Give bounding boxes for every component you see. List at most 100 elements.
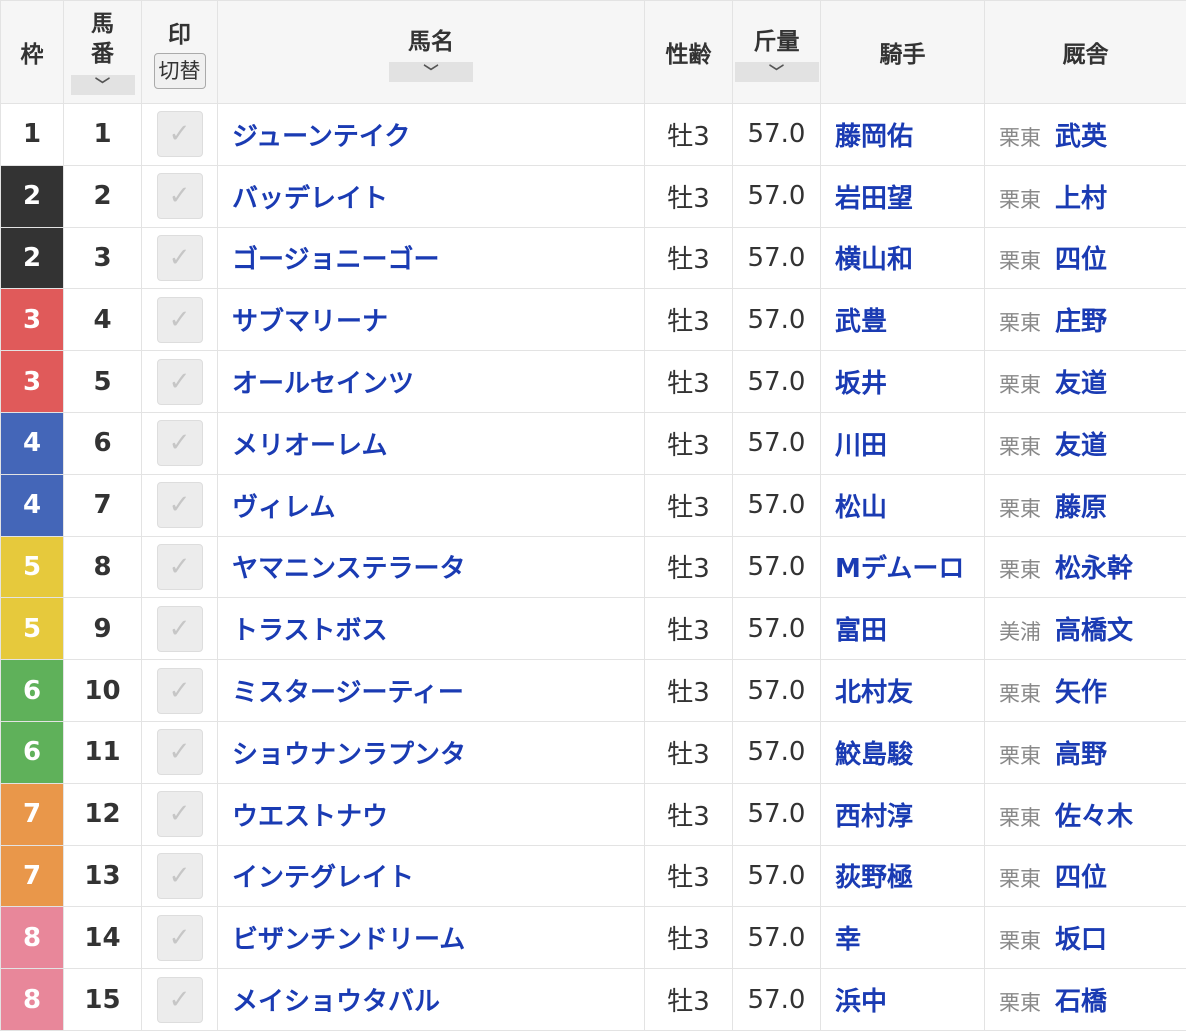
horse-name-link[interactable]: ミスタージーティー xyxy=(217,659,645,722)
frame-number: 6 xyxy=(0,659,64,722)
stable-region: 栗東 xyxy=(999,249,1041,274)
mark-checkbox-icon[interactable]: ✓ xyxy=(156,482,203,529)
mark-checkbox-icon[interactable]: ✓ xyxy=(156,296,203,343)
jockey-link[interactable]: 北村友 xyxy=(820,659,985,722)
jockey-link[interactable]: 武豊 xyxy=(820,288,985,352)
stable-cell: 栗東 庄野 xyxy=(984,288,1186,352)
stable-region: 栗東 xyxy=(999,434,1041,459)
mark-checkbox-icon[interactable]: ✓ xyxy=(156,729,203,776)
jockey-link[interactable]: 鮫島駿 xyxy=(820,720,985,784)
horse-name-link[interactable]: オールセインツ xyxy=(217,350,645,413)
sex-age: 牡3 xyxy=(644,103,733,166)
horse-name-link[interactable]: トラストボス xyxy=(217,597,645,661)
horse-name-link[interactable]: バッデレイト xyxy=(217,164,645,228)
mark-checkbox-icon[interactable]: ✓ xyxy=(156,605,203,652)
carried-weight: 57.0 xyxy=(732,906,821,970)
carried-weight: 57.0 xyxy=(732,597,821,661)
trainer-link[interactable]: 四位 xyxy=(1055,863,1107,893)
trainer-link[interactable]: 矢作 xyxy=(1055,678,1107,708)
table-row: 5 9 ✓ トラストボス 牡3 57.0 富田 美浦 高橋文 xyxy=(0,597,1186,661)
mark-switch-button[interactable]: 切替 xyxy=(153,53,206,89)
horse-name-link[interactable]: ゴージョニーゴー xyxy=(217,226,645,290)
horse-name-link[interactable]: ヤマニンステラータ xyxy=(217,535,645,599)
mark-checkbox-icon[interactable]: ✓ xyxy=(156,234,203,281)
mark-checkbox-icon[interactable]: ✓ xyxy=(156,791,203,838)
jockey-link[interactable]: 岩田望 xyxy=(820,164,985,228)
jockey-link[interactable]: 松山 xyxy=(820,473,985,537)
mark-cell: ✓ xyxy=(141,659,218,722)
trainer-link[interactable]: 佐々木 xyxy=(1055,802,1133,832)
horse-name-link[interactable]: ジューンテイク xyxy=(217,103,645,166)
stable-cell: 栗東 佐々木 xyxy=(984,782,1186,846)
horse-name-link[interactable]: ヴィレム xyxy=(217,473,645,537)
jockey-link[interactable]: Mデムーロ xyxy=(820,535,985,599)
stable-cell: 栗東 友道 xyxy=(984,411,1186,475)
trainer-link[interactable]: 庄野 xyxy=(1055,307,1107,337)
trainer-link[interactable]: 藤原 xyxy=(1055,493,1107,523)
sex-age: 牡3 xyxy=(644,968,733,1031)
frame-number: 3 xyxy=(0,350,64,413)
trainer-link[interactable]: 高野 xyxy=(1055,740,1107,770)
stable-cell: 栗東 友道 xyxy=(984,350,1186,413)
jockey-link[interactable]: 西村淳 xyxy=(820,782,985,846)
horse-name-link[interactable]: メリオーレム xyxy=(217,411,645,475)
mark-checkbox-icon[interactable]: ✓ xyxy=(156,667,203,714)
table-row: 6 10 ✓ ミスタージーティー 牡3 57.0 北村友 栗東 矢作 xyxy=(0,659,1186,722)
jockey-link[interactable]: 幸 xyxy=(820,906,985,970)
horse-name-link[interactable]: ショウナンラプンタ xyxy=(217,720,645,784)
jockey-link[interactable]: 坂井 xyxy=(820,350,985,413)
jockey-link[interactable]: 浜中 xyxy=(820,968,985,1031)
carried-weight: 57.0 xyxy=(732,288,821,352)
header-number[interactable]: 馬 番 ﹀ xyxy=(63,0,142,104)
jockey-link[interactable]: 横山和 xyxy=(820,226,985,290)
carried-weight: 57.0 xyxy=(732,844,821,908)
trainer-link[interactable]: 石橋 xyxy=(1055,987,1107,1017)
sort-weight-chevron-down-icon[interactable]: ﹀ xyxy=(734,62,819,82)
mark-checkbox-icon[interactable]: ✓ xyxy=(156,420,203,467)
frame-number: 4 xyxy=(0,473,64,537)
trainer-link[interactable]: 高橋文 xyxy=(1055,616,1133,646)
trainer-link[interactable]: 武英 xyxy=(1055,122,1107,152)
mark-checkbox-icon[interactable]: ✓ xyxy=(156,173,203,220)
header-weight[interactable]: 斤量 ﹀ xyxy=(732,0,821,104)
trainer-link[interactable]: 四位 xyxy=(1055,245,1107,275)
horse-name-link[interactable]: ウエストナウ xyxy=(217,782,645,846)
jockey-link[interactable]: 藤岡佑 xyxy=(820,103,985,166)
mark-checkbox-icon[interactable]: ✓ xyxy=(156,914,203,961)
horse-name-link[interactable]: メイショウタバル xyxy=(217,968,645,1031)
mark-checkbox-icon[interactable]: ✓ xyxy=(156,852,203,899)
trainer-link[interactable]: 松永幹 xyxy=(1055,554,1133,584)
horse-name-link[interactable]: ビザンチンドリーム xyxy=(217,906,645,970)
sort-horse-chevron-down-icon[interactable]: ﹀ xyxy=(389,62,473,82)
horse-name-link[interactable]: インテグレイト xyxy=(217,844,645,908)
sex-age: 牡3 xyxy=(644,350,733,413)
mark-checkbox-icon[interactable]: ✓ xyxy=(156,358,203,405)
table-row: 3 4 ✓ サブマリーナ 牡3 57.0 武豊 栗東 庄野 xyxy=(0,288,1186,352)
table-row: 8 15 ✓ メイショウタバル 牡3 57.0 浜中 栗東 石橋 xyxy=(0,968,1186,1031)
mark-checkbox-icon[interactable]: ✓ xyxy=(156,543,203,590)
carried-weight: 57.0 xyxy=(732,411,821,475)
stable-cell: 栗東 武英 xyxy=(984,103,1186,166)
mark-cell: ✓ xyxy=(141,350,218,413)
jockey-link[interactable]: 荻野極 xyxy=(820,844,985,908)
stable-cell: 栗東 四位 xyxy=(984,226,1186,290)
horse-number: 9 xyxy=(63,597,142,661)
horse-name-link[interactable]: サブマリーナ xyxy=(217,288,645,352)
mark-checkbox-icon[interactable]: ✓ xyxy=(156,976,203,1023)
header-horse[interactable]: 馬名 ﹀ xyxy=(217,0,645,104)
table-row: 6 11 ✓ ショウナンラプンタ 牡3 57.0 鮫島駿 栗東 高野 xyxy=(0,720,1186,784)
mark-checkbox-icon[interactable]: ✓ xyxy=(156,111,203,158)
horse-number: 8 xyxy=(63,535,142,599)
trainer-link[interactable]: 上村 xyxy=(1055,184,1107,214)
frame-number: 2 xyxy=(0,164,64,228)
jockey-link[interactable]: 富田 xyxy=(820,597,985,661)
trainer-link[interactable]: 友道 xyxy=(1055,431,1107,461)
carried-weight: 57.0 xyxy=(732,535,821,599)
stable-cell: 栗東 高野 xyxy=(984,720,1186,784)
table-row: 5 8 ✓ ヤマニンステラータ 牡3 57.0 Mデムーロ 栗東 松永幹 xyxy=(0,535,1186,599)
trainer-link[interactable]: 坂口 xyxy=(1055,925,1107,955)
frame-number: 2 xyxy=(0,226,64,290)
trainer-link[interactable]: 友道 xyxy=(1055,369,1107,399)
sort-number-chevron-down-icon[interactable]: ﹀ xyxy=(70,75,135,95)
jockey-link[interactable]: 川田 xyxy=(820,411,985,475)
